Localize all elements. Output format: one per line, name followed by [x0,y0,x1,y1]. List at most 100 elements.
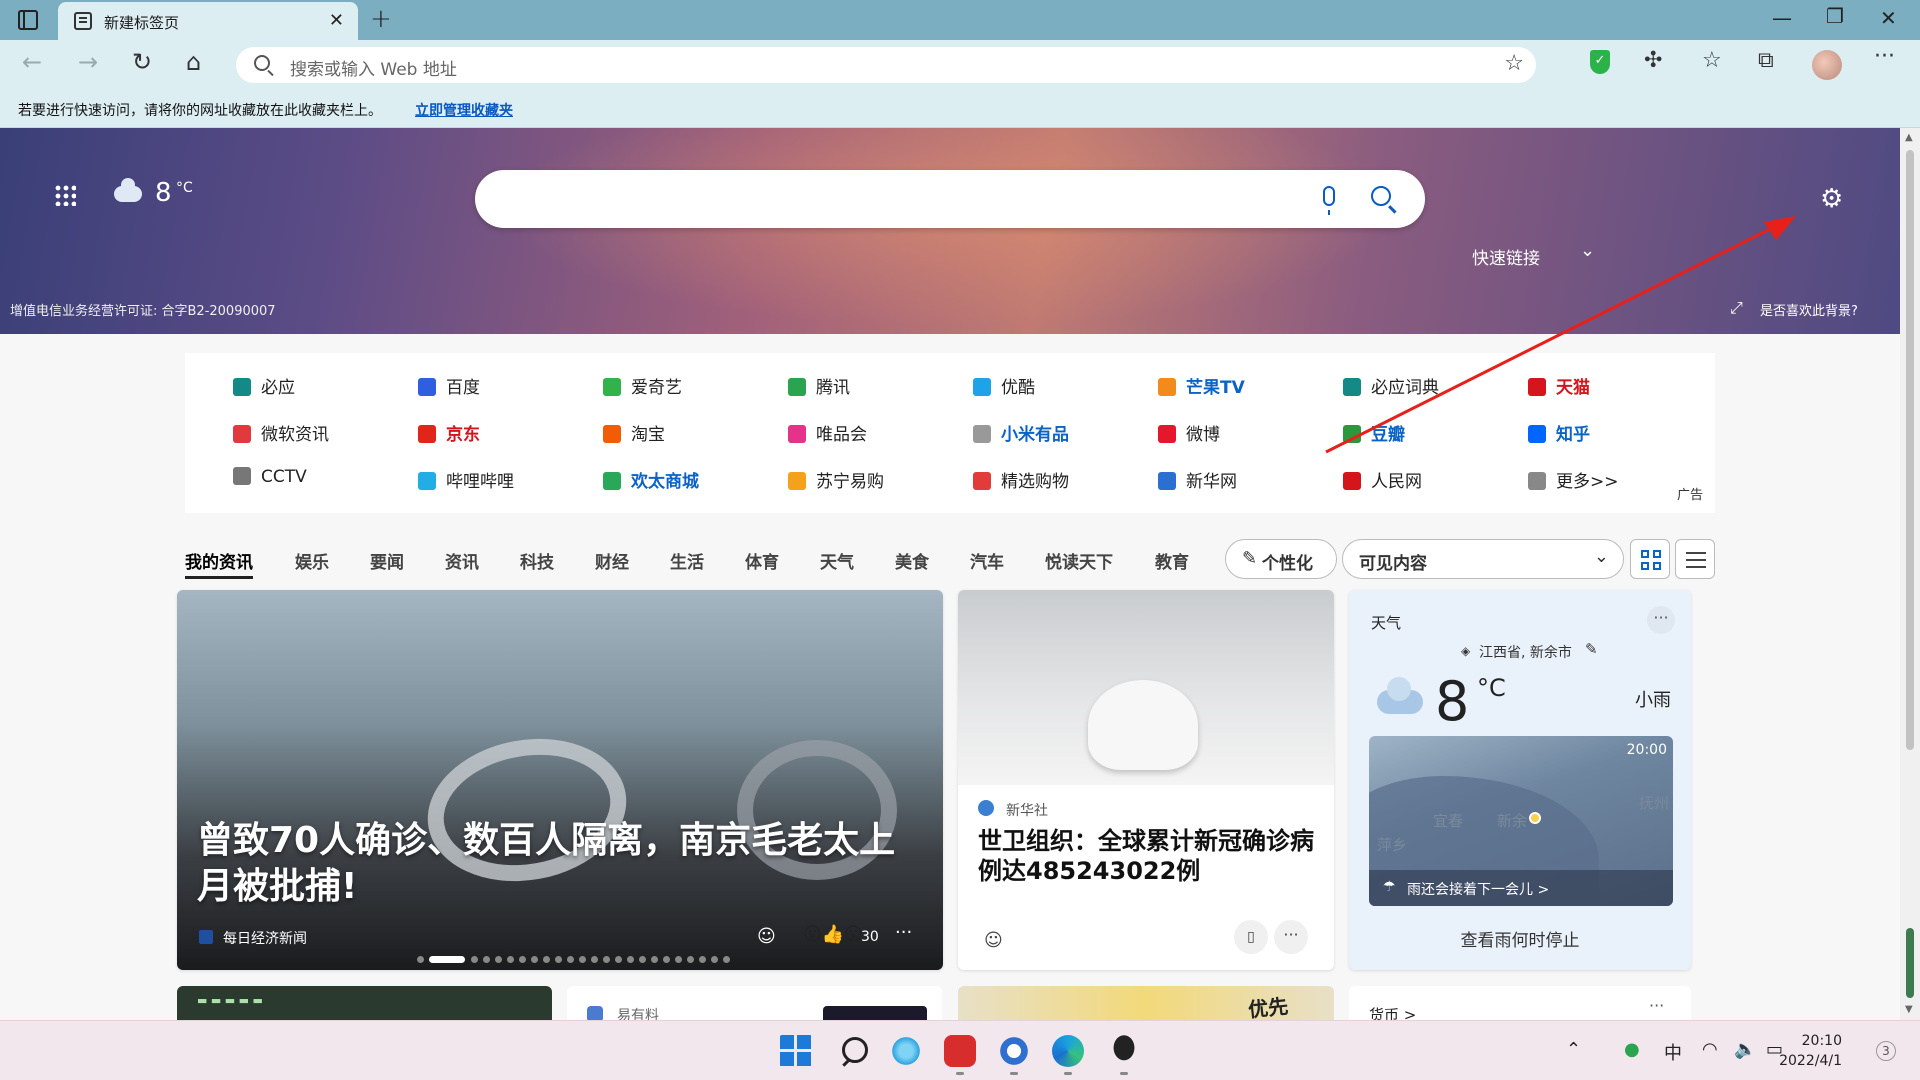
carousel-dot[interactable] [603,956,610,963]
visible-content-select[interactable]: 可见内容 ⌄ [1342,539,1624,579]
carousel-dot[interactable] [675,956,682,963]
rain-message[interactable]: 雨还会接着下一会儿 > [1407,879,1549,899]
carousel-dot[interactable] [663,956,670,963]
carousel-dot[interactable] [591,956,598,963]
quick-link-item[interactable]: CCTV [233,467,307,493]
weather-map[interactable]: 20:00 宜春 新余 抚州 萍乡 ☂ 雨还会接着下一会儿 > [1369,736,1673,906]
news-tab[interactable]: 要闻 [370,548,404,573]
more-icon[interactable]: ··· [1874,44,1895,69]
manage-favorites-link[interactable]: 立即管理收藏夹 [415,100,513,120]
carousel-dot[interactable] [687,956,694,963]
quick-link-item[interactable]: 更多>> [1528,467,1619,493]
avatar[interactable] [1812,50,1842,80]
quick-link-item[interactable]: 京东 [418,420,480,446]
scroll-up-icon[interactable]: ▲ [1905,132,1913,143]
quick-link-item[interactable]: 微软资讯 [233,420,329,446]
carousel-dot[interactable] [723,956,730,963]
currency-title[interactable]: 货币 > [1369,1004,1416,1020]
widgets-icon[interactable] [890,1035,922,1067]
news-tab[interactable]: 娱乐 [295,548,329,573]
carousel-dot[interactable] [543,956,550,963]
quick-link-item[interactable]: 必应 [233,373,295,399]
quick-link-item[interactable]: 优酷 [973,373,1035,399]
wifi-icon[interactable]: ◠ [1702,1039,1718,1060]
search-icon[interactable] [1371,186,1391,206]
gear-icon[interactable]: ⚙ [1820,184,1843,214]
quick-link-item[interactable]: 豆瓣 [1343,420,1405,446]
edge-icon[interactable] [1052,1035,1084,1075]
carousel-dot[interactable] [429,956,465,963]
chevron-up-icon[interactable]: ⌃ [1566,1039,1581,1060]
more-icon[interactable]: ··· [1647,606,1675,634]
carousel-dot[interactable] [711,956,718,963]
restore-icon[interactable]: ❐ [1826,4,1844,28]
news-tab[interactable]: 财经 [595,548,629,573]
clock[interactable]: 20:10 2022/4/1 [1772,1031,1842,1071]
news-tab[interactable]: 生活 [670,548,704,573]
quick-link-item[interactable]: 知乎 [1528,420,1590,446]
scroll-thumb[interactable] [1906,150,1914,750]
microphone-icon[interactable] [1323,186,1335,215]
volume-icon[interactable]: 🔈 [1734,1039,1756,1060]
quick-link-item[interactable]: 芒果TV [1158,373,1245,399]
news-tab[interactable]: 汽车 [970,548,1004,573]
more-icon[interactable]: ··· [895,922,912,943]
browser-icon[interactable] [998,1035,1030,1075]
news-tab[interactable]: 悦读天下 [1045,548,1113,573]
who-news-headline[interactable]: 世卫组织：全球累计新冠确诊病例达485243022例 [978,826,1318,886]
forward-icon[interactable]: → [78,48,98,76]
app-launcher-icon[interactable] [54,184,76,206]
news-tab[interactable]: 科技 [520,548,554,573]
bookmark-icon[interactable]: ▯ [1234,920,1268,954]
news-card[interactable]: 易有料 [567,986,942,1020]
tab-actions-icon[interactable] [18,10,38,30]
main-news-headline[interactable]: 曾致70人确诊、数百人隔离，南京毛老太上月被批捕! [197,818,927,910]
rain-stop-link[interactable]: 查看雨何时停止 [1349,926,1691,951]
windows-start-icon[interactable] [780,1035,812,1067]
active-tab[interactable]: 新建标签页 ✕ [58,2,358,40]
quick-link-item[interactable]: 唯品会 [788,420,867,446]
more-icon[interactable]: ··· [1649,996,1664,1015]
collections-icon[interactable]: ⧉ [1758,48,1774,73]
add-favorite-icon[interactable]: ☆ [1504,51,1524,76]
netease-music-icon[interactable] [944,1035,976,1075]
weather-card[interactable]: 天气 ··· ◈ 江西省, 新余市 ✎ 8 °C 小雨 20:00 宜春 新余 … [1349,590,1691,970]
carousel-dot[interactable] [555,956,562,963]
ime-indicator[interactable]: 中 [1664,1039,1682,1065]
carousel-dot[interactable] [495,956,502,963]
quick-link-item[interactable]: 人民网 [1343,467,1422,493]
who-news-card[interactable]: 新华社 世卫组织：全球累计新冠确诊病例达485243022例 ☺ ▯ ··· [958,590,1334,970]
news-tab[interactable]: 美食 [895,548,929,573]
home-icon[interactable]: ⌂ [186,48,201,76]
carousel-dot[interactable] [567,956,574,963]
license-text[interactable]: 增值电信业务经营许可证: 合字B2-20090007 [10,300,276,319]
carousel-dot[interactable] [507,956,514,963]
carousel-dot[interactable] [471,956,478,963]
news-tab[interactable]: 我的资讯 [185,548,253,579]
carousel-dot[interactable] [579,956,586,963]
news-tab[interactable]: 体育 [745,548,779,573]
more-icon[interactable]: ··· [1274,920,1308,954]
back-icon[interactable]: ← [22,48,42,76]
reactions-icon[interactable]: 😮👍😮 [803,924,863,945]
news-card[interactable]: ▬ ▬ ▬ ▬ ▬ [177,986,552,1020]
quick-link-item[interactable]: 淘宝 [603,420,665,446]
quick-links-toggle[interactable]: 快速链接 [1472,244,1540,269]
chevron-down-icon[interactable]: ⌄ [1580,240,1595,261]
news-tab[interactable]: 资讯 [445,548,479,573]
quick-link-item[interactable]: 哔哩哔哩 [418,467,514,493]
carousel-dot[interactable] [531,956,538,963]
list-view-button[interactable] [1675,539,1715,579]
add-reaction-icon[interactable]: ☺ [757,926,776,947]
quick-link-item[interactable]: 天猫 [1528,373,1590,399]
quick-link-item[interactable]: 爱奇艺 [603,373,682,399]
weather-location[interactable]: 江西省, 新余市 [1479,642,1572,662]
quick-link-item[interactable]: 欢太商城 [603,467,699,493]
news-tab[interactable]: 教育 [1155,548,1189,573]
carousel-dot[interactable] [615,956,622,963]
quick-link-item[interactable]: 百度 [418,373,480,399]
main-news-source[interactable]: 每日经济新闻 [223,928,307,948]
quick-link-item[interactable]: 精选购物 [973,467,1069,493]
wechat-icon[interactable]: ● [1624,1039,1640,1060]
address-bar[interactable]: 搜索或输入 Web 地址 ☆ [236,47,1536,83]
